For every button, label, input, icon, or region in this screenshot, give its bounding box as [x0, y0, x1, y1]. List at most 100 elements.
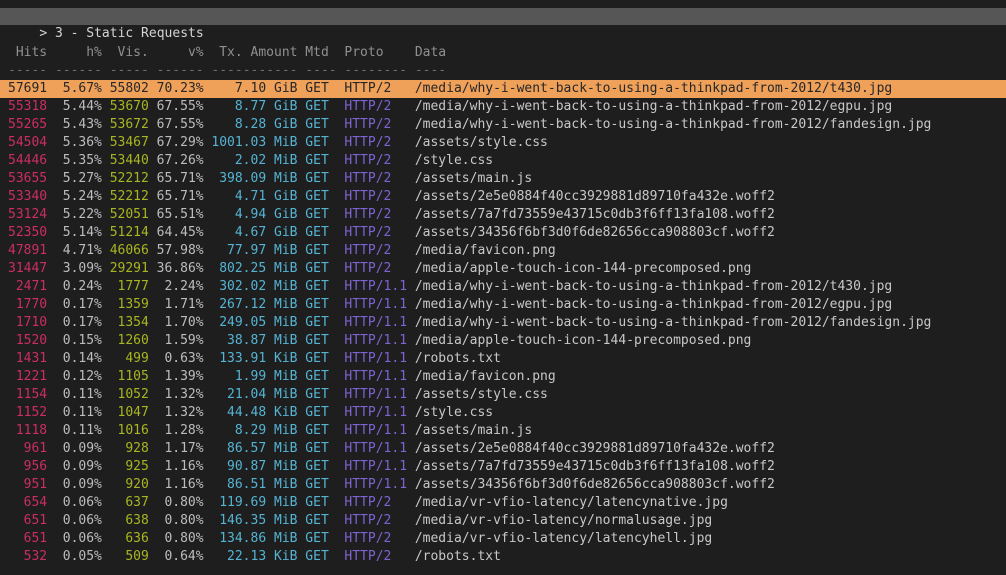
- table-row[interactable]: 9610.09%9281.17%86.57 MiBGETHTTP/1.1/ass…: [0, 440, 1006, 458]
- cell-data: /media/why-i-went-back-to-using-a-thinkp…: [415, 116, 1006, 134]
- cell-v_pct: 67.55%: [157, 116, 204, 134]
- cell-v_pct: 67.29%: [157, 134, 204, 152]
- table-row[interactable]: 9560.09%9251.16%90.87 MiBGETHTTP/1.1/ass…: [0, 458, 1006, 476]
- cell-vis: 46066: [110, 242, 149, 260]
- cell-mtd: GET: [305, 170, 336, 188]
- cell-tx: 398.09 MiB: [211, 170, 297, 188]
- cell-data: /assets/style.css: [415, 134, 1006, 152]
- cell-data: /assets/style.css: [415, 386, 1006, 404]
- cell-data: /media/why-i-went-back-to-using-a-thinkp…: [415, 314, 1006, 332]
- cell-data: /media/why-i-went-back-to-using-a-thinkp…: [415, 98, 1006, 116]
- table-row[interactable]: 536555.27%5221265.71%398.09 MiBGETHTTP/2…: [0, 170, 1006, 188]
- cell-v_pct: 1.71%: [157, 296, 204, 314]
- cell-hits: 1520: [8, 332, 47, 350]
- cell-mtd: GET: [305, 260, 336, 278]
- column-header-mtd: Mtd: [305, 44, 336, 62]
- table-row[interactable]: 9510.09%9201.16%86.51 MiBGETHTTP/1.1/ass…: [0, 476, 1006, 494]
- panel-header-static-requests[interactable]: > 3 - Static Requests: [0, 8, 1006, 25]
- cell-vis: 920: [110, 476, 149, 494]
- cell-h_pct: 0.06%: [55, 530, 102, 548]
- table-row[interactable]: 17100.17%13541.70%249.05 MiBGETHTTP/1.1/…: [0, 314, 1006, 332]
- cell-hits: 52350: [8, 224, 47, 242]
- cell-proto: HTTP/2: [344, 530, 407, 548]
- cell-h_pct: 5.24%: [55, 188, 102, 206]
- cell-proto: HTTP/1.1: [344, 278, 407, 296]
- cell-vis: 1777: [110, 278, 149, 296]
- table-row[interactable]: 6510.06%6360.80%134.86 MiBGETHTTP/2/medi…: [0, 530, 1006, 548]
- cell-v_pct: 64.45%: [157, 224, 204, 242]
- cell-mtd: GET: [305, 314, 336, 332]
- cell-proto: HTTP/2: [344, 260, 407, 278]
- cell-data: /media/apple-touch-icon-144-precomposed.…: [415, 332, 1006, 350]
- cell-data: /media/apple-touch-icon-144-precomposed.…: [415, 260, 1006, 278]
- cell-proto: HTTP/1.1: [344, 314, 407, 332]
- table-row[interactable]: 314473.09%2929136.86%802.25 MiBGETHTTP/2…: [0, 260, 1006, 278]
- cell-vis: 53467: [110, 134, 149, 152]
- table-row[interactable]: 6510.06%6380.80%146.35 MiBGETHTTP/2/medi…: [0, 512, 1006, 530]
- cell-data: /media/vr-vfio-latency/latencynative.jpg: [415, 494, 1006, 512]
- cell-data: /media/why-i-went-back-to-using-a-thinkp…: [415, 278, 1006, 296]
- cell-tx: 1.99 MiB: [211, 368, 297, 386]
- cell-mtd: GET: [305, 152, 336, 170]
- cell-h_pct: 0.24%: [55, 278, 102, 296]
- cell-tx: 146.35 MiB: [211, 512, 297, 530]
- cell-tx: 8.28 GiB: [211, 116, 297, 134]
- table-row[interactable]: 545045.36%5346767.29%1001.03 MiBGETHTTP/…: [0, 134, 1006, 152]
- table-row[interactable]: 11520.11%10471.32%44.48 KiBGETHTTP/1.1/s…: [0, 404, 1006, 422]
- cell-tx: 44.48 KiB: [211, 404, 297, 422]
- column-header-h_pct: h%: [55, 44, 102, 62]
- cell-vis: 1105: [110, 368, 149, 386]
- cell-vis: 1016: [110, 422, 149, 440]
- cell-hits: 651: [8, 530, 47, 548]
- column-underline-mtd: ----: [305, 62, 336, 80]
- cell-h_pct: 5.14%: [55, 224, 102, 242]
- table-row[interactable]: 14310.14%4990.63%133.91 KiBGETHTTP/1.1/r…: [0, 350, 1006, 368]
- table-row[interactable]: 552655.43%5367267.55%8.28 GiBGETHTTP/2/m…: [0, 116, 1006, 134]
- cell-tx: 267.12 MiB: [211, 296, 297, 314]
- cell-mtd: GET: [305, 512, 336, 530]
- cell-h_pct: 0.05%: [55, 548, 102, 566]
- table-row[interactable]: 478914.71%4606657.98%77.97 MiBGETHTTP/2/…: [0, 242, 1006, 260]
- cell-vis: 55802: [110, 80, 149, 98]
- cell-tx: 302.02 MiB: [211, 278, 297, 296]
- cell-tx: 86.57 MiB: [211, 440, 297, 458]
- table-row-selected[interactable]: 576915.67%5580270.23%7.10 GiBGETHTTP/2/m…: [0, 80, 1006, 98]
- table-row[interactable]: 24710.24%17772.24%302.02 MiBGETHTTP/1.1/…: [0, 278, 1006, 296]
- cell-h_pct: 5.43%: [55, 116, 102, 134]
- cell-hits: 951: [8, 476, 47, 494]
- cell-h_pct: 0.12%: [55, 368, 102, 386]
- table-row[interactable]: 553185.44%5367067.55%8.77 GiBGETHTTP/2/m…: [0, 98, 1006, 116]
- cell-vis: 509: [110, 548, 149, 566]
- cell-vis: 52212: [110, 170, 149, 188]
- table-row[interactable]: 531245.22%5205165.51%4.94 GiBGETHTTP/2/a…: [0, 206, 1006, 224]
- table-row[interactable]: 11180.11%10161.28%8.29 MiBGETHTTP/1.1/as…: [0, 422, 1006, 440]
- cell-hits: 47891: [8, 242, 47, 260]
- cell-vis: 1359: [110, 296, 149, 314]
- cell-mtd: GET: [305, 530, 336, 548]
- cell-proto: HTTP/2: [344, 206, 407, 224]
- table-row[interactable]: 15200.15%12601.59%38.87 MiBGETHTTP/1.1/m…: [0, 332, 1006, 350]
- table-row[interactable]: 12210.12%11051.39%1.99 MiBGETHTTP/1.1/me…: [0, 368, 1006, 386]
- cell-tx: 7.10 GiB: [211, 80, 297, 98]
- cell-vis: 1047: [110, 404, 149, 422]
- cell-proto: HTTP/1.1: [344, 458, 407, 476]
- cell-tx: 21.04 MiB: [211, 386, 297, 404]
- table-row[interactable]: 523505.14%5121464.45%4.67 GiBGETHTTP/2/a…: [0, 224, 1006, 242]
- table-row[interactable]: 544465.35%5344067.26%2.02 MiBGETHTTP/2/s…: [0, 152, 1006, 170]
- cell-v_pct: 1.32%: [157, 386, 204, 404]
- cell-vis: 1052: [110, 386, 149, 404]
- table-row[interactable]: 6540.06%6370.80%119.69 MiBGETHTTP/2/medi…: [0, 494, 1006, 512]
- cell-hits: 1710: [8, 314, 47, 332]
- table-row[interactable]: 533405.24%5221265.71%4.71 GiBGETHTTP/2/a…: [0, 188, 1006, 206]
- cell-hits: 956: [8, 458, 47, 476]
- table-row[interactable]: 5320.05%5090.64%22.13 KiBGETHTTP/2/robot…: [0, 548, 1006, 566]
- cell-tx: 4.94 GiB: [211, 206, 297, 224]
- table-row[interactable]: 11540.11%10521.32%21.04 MiBGETHTTP/1.1/a…: [0, 386, 1006, 404]
- cell-mtd: GET: [305, 332, 336, 350]
- cell-h_pct: 0.09%: [55, 458, 102, 476]
- cell-mtd: GET: [305, 458, 336, 476]
- cell-vis: 925: [110, 458, 149, 476]
- cell-h_pct: 0.17%: [55, 314, 102, 332]
- cell-data: /media/favicon.png: [415, 242, 1006, 260]
- table-row[interactable]: 17700.17%13591.71%267.12 MiBGETHTTP/1.1/…: [0, 296, 1006, 314]
